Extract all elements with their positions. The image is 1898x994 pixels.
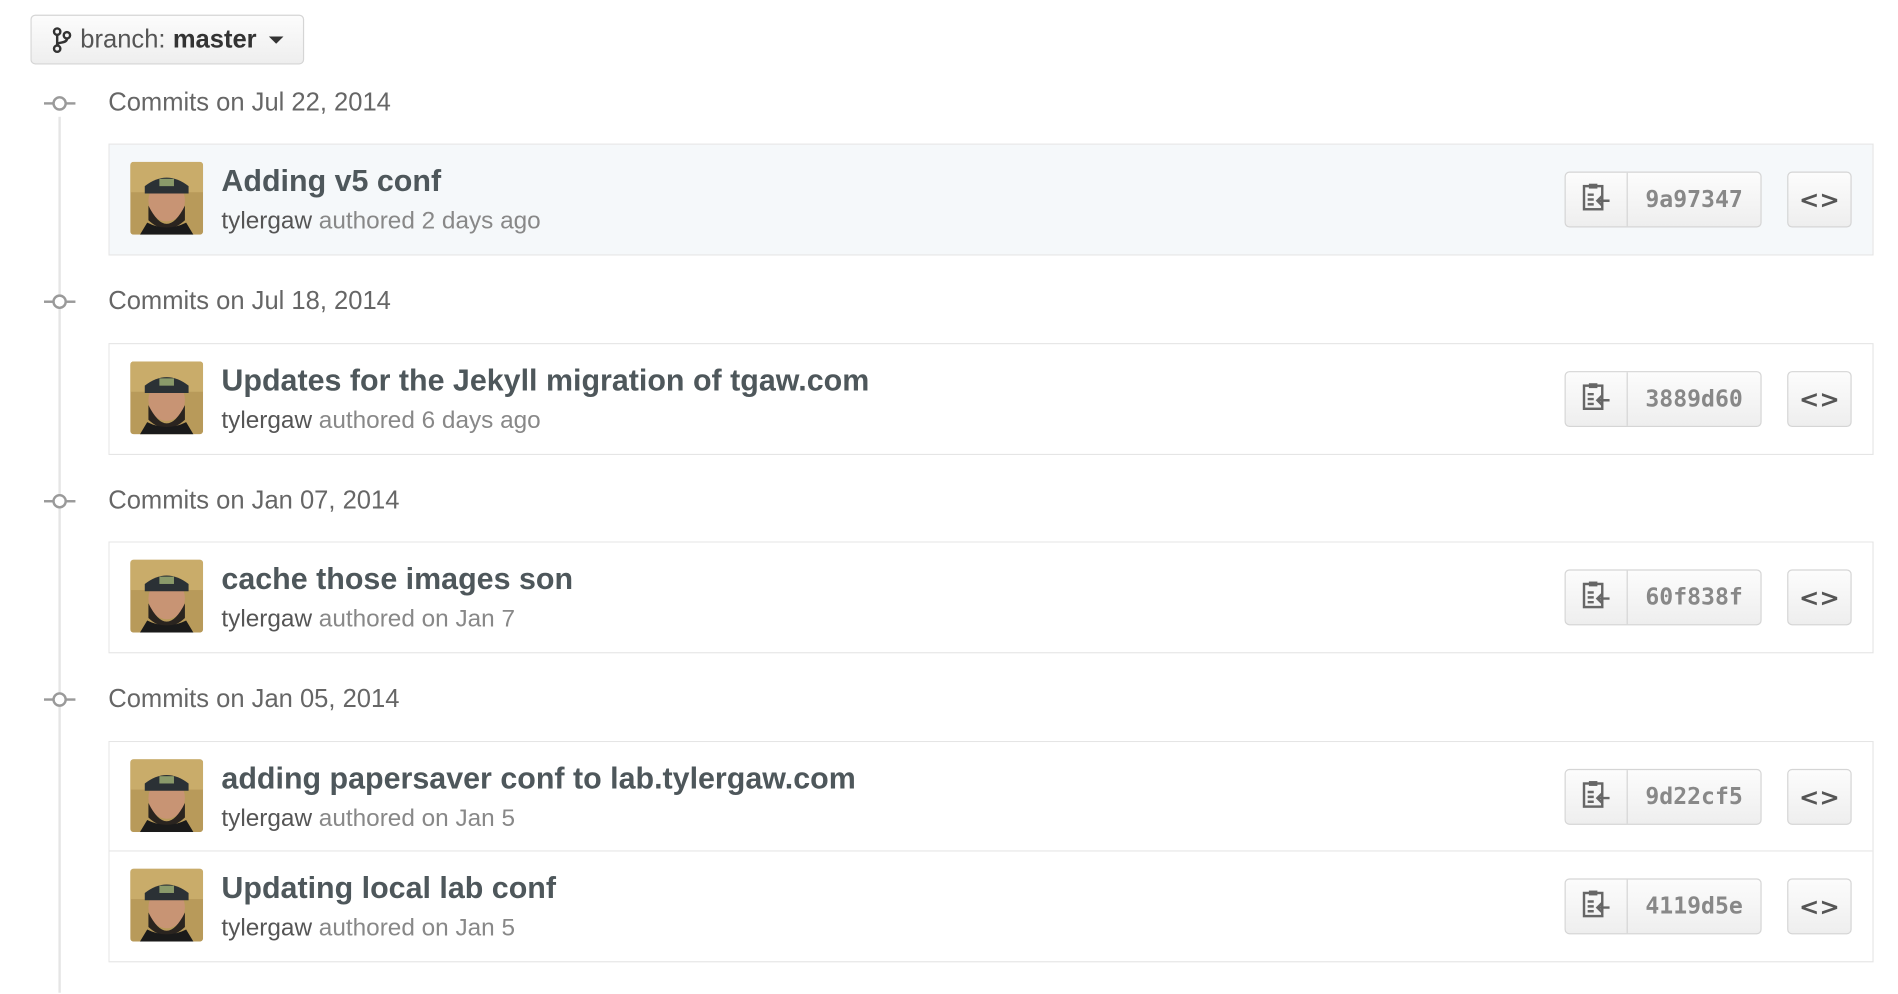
commit-authored-text: authored 2 days ago bbox=[318, 208, 541, 235]
commit-sha-link[interactable]: 4119d5e bbox=[1628, 880, 1761, 934]
commit-node-icon bbox=[43, 293, 76, 310]
commit-author-link[interactable]: tylergaw bbox=[221, 408, 312, 435]
commit-node-icon bbox=[43, 691, 76, 708]
commit-group-date: Commits on Jan 05, 2014 bbox=[108, 684, 400, 713]
copy-sha-button[interactable] bbox=[1566, 879, 1628, 934]
browse-code-button[interactable]: <> bbox=[1787, 371, 1852, 428]
browse-code-button[interactable]: <> bbox=[1787, 171, 1852, 228]
branch-label: branch: bbox=[80, 24, 166, 53]
commit-group-date: Commits on Jan 07, 2014 bbox=[108, 486, 400, 515]
branch-selector-button[interactable]: branch: master bbox=[30, 14, 305, 65]
copy-sha-button[interactable] bbox=[1566, 570, 1628, 625]
commit-row: Updates for the Jekyll migration of tgaw… bbox=[109, 344, 1873, 454]
avatar[interactable] bbox=[130, 759, 204, 833]
clipboard-icon bbox=[1580, 778, 1612, 816]
commit-meta: tylergaw authored 6 days ago bbox=[221, 408, 540, 436]
avatar[interactable] bbox=[130, 559, 204, 633]
commit-author-link[interactable]: tylergaw bbox=[221, 915, 312, 942]
commit-title-link[interactable]: cache those images son bbox=[221, 562, 573, 597]
commit-row: adding papersaver conf to lab.tylergaw.c… bbox=[109, 742, 1873, 852]
commit-group-date: Commits on Jul 18, 2014 bbox=[108, 287, 391, 316]
commit-list: cache those images son tylergaw authored… bbox=[108, 541, 1874, 654]
commit-meta: tylergaw authored 2 days ago bbox=[221, 208, 540, 236]
commit-node-icon bbox=[43, 95, 76, 112]
browse-code-button[interactable]: <> bbox=[1787, 878, 1852, 935]
browse-code-button[interactable]: <> bbox=[1787, 569, 1852, 626]
commit-authored-text: authored on Jan 5 bbox=[318, 914, 515, 942]
commit-sha-link[interactable]: 3889d60 bbox=[1628, 372, 1761, 426]
commit-group-header: Commits on Jan 07, 2014 bbox=[43, 483, 400, 519]
commit-title-link[interactable]: Adding v5 conf bbox=[221, 164, 441, 199]
commit-list: Updates for the Jekyll migration of tgaw… bbox=[108, 343, 1874, 456]
commit-author-link[interactable]: tylergaw bbox=[221, 606, 312, 633]
sha-button-group: 60f838f bbox=[1564, 569, 1762, 626]
copy-sha-button[interactable] bbox=[1566, 372, 1628, 426]
commit-title-link[interactable]: Updates for the Jekyll migration of tgaw… bbox=[221, 364, 869, 399]
commit-list: adding papersaver conf to lab.tylergaw.c… bbox=[108, 740, 1874, 963]
timeline-line bbox=[58, 116, 61, 993]
sha-button-group: 4119d5e bbox=[1564, 878, 1762, 935]
git-branch-icon bbox=[51, 26, 73, 53]
commit-sha-link[interactable]: 9d22cf5 bbox=[1628, 770, 1761, 824]
commit-list: Adding v5 conf tylergaw authored 2 days … bbox=[108, 143, 1874, 256]
commit-authored-text: authored on Jan 7 bbox=[318, 605, 515, 633]
commit-sha-link[interactable]: 9a97347 bbox=[1628, 173, 1761, 227]
commit-meta: tylergaw authored on Jan 7 bbox=[221, 606, 515, 634]
avatar[interactable] bbox=[130, 868, 204, 942]
commit-group-header: Commits on Jan 05, 2014 bbox=[43, 681, 400, 717]
clipboard-icon bbox=[1580, 578, 1612, 616]
sha-button-group: 9d22cf5 bbox=[1564, 768, 1762, 825]
commit-group-header: Commits on Jul 18, 2014 bbox=[43, 283, 391, 319]
clipboard-icon bbox=[1580, 181, 1612, 219]
branch-name: master bbox=[172, 24, 257, 53]
commit-title-link[interactable]: adding papersaver conf to lab.tylergaw.c… bbox=[221, 762, 855, 797]
commit-group-header: Commits on Jul 22, 2014 bbox=[43, 85, 391, 121]
commit-meta: tylergaw authored on Jan 5 bbox=[221, 805, 515, 833]
sha-button-group: 3889d60 bbox=[1564, 371, 1762, 428]
commit-author-link[interactable]: tylergaw bbox=[221, 208, 312, 235]
commit-row: Updating local lab conf tylergaw authore… bbox=[109, 851, 1873, 962]
commit-node-icon bbox=[43, 493, 76, 510]
commit-authored-text: authored on Jan 5 bbox=[318, 805, 515, 833]
caret-down-icon bbox=[268, 35, 284, 44]
commit-sha-link[interactable]: 60f838f bbox=[1628, 571, 1761, 625]
avatar[interactable] bbox=[130, 161, 204, 235]
commit-author-link[interactable]: tylergaw bbox=[221, 805, 312, 832]
commit-authored-text: authored 6 days ago bbox=[318, 407, 541, 435]
browse-code-button[interactable]: <> bbox=[1787, 768, 1852, 825]
commit-row: cache those images son tylergaw authored… bbox=[109, 542, 1873, 653]
clipboard-icon bbox=[1580, 888, 1612, 926]
commit-row: Adding v5 conf tylergaw authored 2 days … bbox=[109, 144, 1873, 255]
copy-sha-button[interactable] bbox=[1566, 770, 1628, 824]
commit-title-link[interactable]: Updating local lab conf bbox=[221, 871, 556, 906]
commit-meta: tylergaw authored on Jan 5 bbox=[221, 915, 515, 943]
avatar[interactable] bbox=[130, 361, 204, 435]
clipboard-icon bbox=[1580, 380, 1612, 418]
commit-group-date: Commits on Jul 22, 2014 bbox=[108, 88, 391, 117]
copy-sha-button[interactable] bbox=[1566, 172, 1628, 227]
sha-button-group: 9a97347 bbox=[1564, 171, 1762, 228]
